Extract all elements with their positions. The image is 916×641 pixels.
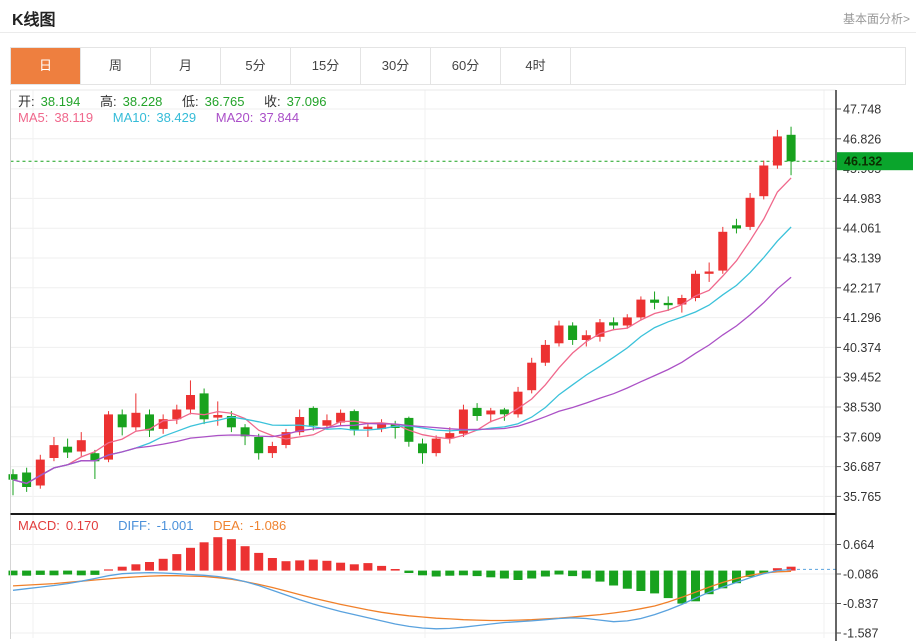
tab-15min[interactable]: 15分 (291, 48, 361, 84)
svg-text:37.609: 37.609 (843, 430, 881, 444)
tab-30min[interactable]: 30分 (361, 48, 431, 84)
diff-line (13, 569, 791, 628)
svg-text:44.983: 44.983 (843, 192, 881, 206)
price-axis-labels: 47.74846.82645.90544.98344.06143.13942.2… (836, 103, 881, 641)
svg-text:42.217: 42.217 (843, 281, 881, 295)
svg-text:-1.587: -1.587 (843, 627, 878, 641)
tab-month[interactable]: 月 (151, 48, 221, 84)
svg-text:43.139: 43.139 (843, 252, 881, 266)
page-title: K线图 (12, 6, 56, 30)
svg-text:36.687: 36.687 (843, 460, 881, 474)
kline-app: K线图 基本面分析> 日周月5分15分30分60分4时 47.748 46.826… (0, 0, 916, 641)
chart-svg[interactable]: 47.74846.82645.90544.98344.06143.13942.2… (0, 88, 916, 641)
current-price-badge-value: 46.132 (844, 155, 882, 169)
svg-text:39.452: 39.452 (843, 371, 881, 385)
svg-text:46.826: 46.826 (843, 132, 881, 146)
tab-5min[interactable]: 5分 (221, 48, 291, 84)
svg-text:-0.086: -0.086 (843, 568, 878, 582)
svg-text:35.765: 35.765 (843, 490, 881, 504)
tab-week[interactable]: 周 (81, 48, 151, 84)
svg-text:40.374: 40.374 (843, 341, 881, 355)
svg-text:-0.837: -0.837 (843, 597, 878, 611)
ma10-line (13, 227, 791, 483)
candlestick-series (9, 127, 796, 496)
svg-text:44.061: 44.061 (843, 222, 881, 236)
header-divider (0, 32, 916, 33)
svg-text:41.296: 41.296 (843, 311, 881, 325)
interval-tabs: 日周月5分15分30分60分4时 (10, 47, 906, 85)
svg-text:47.748: 47.748 (843, 103, 881, 117)
gridlines (11, 90, 837, 638)
macd-histogram (9, 537, 796, 603)
tab-60min[interactable]: 60分 (431, 48, 501, 84)
tab-day[interactable]: 日 (11, 48, 81, 84)
fundamental-analysis-link[interactable]: 基本面分析> (843, 10, 910, 27)
ma5-line (13, 178, 791, 484)
svg-text:0.664: 0.664 (843, 538, 874, 552)
dea-line (13, 571, 791, 620)
svg-text:38.530: 38.530 (843, 401, 881, 415)
tab-4hour[interactable]: 4时 (501, 48, 571, 84)
